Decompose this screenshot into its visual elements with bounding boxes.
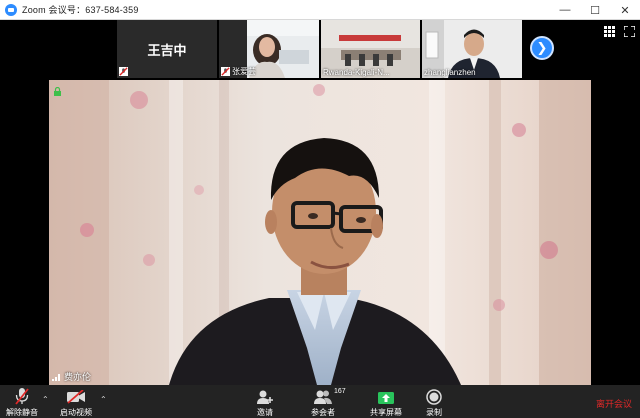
start-video-button[interactable]: 启动视频 — [58, 385, 94, 418]
speaker-name: 费亦伦 — [64, 372, 92, 382]
participant-tile[interactable]: 王吉中 — [117, 20, 217, 78]
title-bar: Zoom 会议号：637-584-359 — ☐ ✕ — [0, 0, 640, 20]
encryption-lock-icon — [54, 87, 61, 96]
invite-button[interactable]: 邀请 — [252, 385, 278, 418]
close-button[interactable]: ✕ — [610, 0, 640, 20]
share-screen-icon — [376, 388, 396, 405]
participant-label: 张爱芸 — [232, 67, 256, 76]
next-page-button[interactable]: ❯ — [530, 36, 554, 60]
participants-count: 167 — [334, 388, 346, 395]
meeting-toolbar: 解除静音 ⌃ 启动视频 ⌃ 邀请 参会者 167 共享屏幕 录制 离开会议 — [0, 385, 640, 418]
unmute-button[interactable]: 解除静音 — [4, 385, 40, 418]
speaker-name-label: 费亦伦 — [52, 370, 91, 383]
participant-strip: 王吉中 张爱芸 Rwanda-Kigali-N... zhanglianzhen… — [0, 20, 640, 80]
video-off-icon — [66, 388, 86, 405]
signal-strength-icon — [52, 373, 60, 381]
chevron-right-icon: ❯ — [536, 40, 548, 55]
zoom-app-icon — [5, 3, 17, 16]
mic-muted-icon — [221, 67, 230, 76]
record-icon — [424, 388, 444, 405]
maximize-button[interactable]: ☐ — [580, 0, 610, 20]
leave-meeting-button[interactable]: 离开会议 — [596, 397, 632, 410]
fullscreen-icon[interactable] — [624, 26, 635, 37]
video-options-caret[interactable]: ⌃ — [100, 395, 107, 404]
participant-tile[interactable]: Rwanda-Kigali-N... — [321, 20, 420, 78]
participants-button[interactable]: 参会者 — [309, 385, 337, 418]
mic-muted-icon — [12, 388, 32, 405]
add-user-icon — [255, 388, 275, 405]
record-button[interactable]: 录制 — [422, 385, 446, 418]
gallery-view-icon[interactable] — [604, 26, 615, 37]
active-speaker-video: 费亦伦 — [49, 80, 591, 385]
audio-options-caret[interactable]: ⌃ — [42, 395, 49, 404]
participant-name-placeholder: 王吉中 — [117, 20, 217, 78]
participant-tile[interactable]: zhanglianzhen — [422, 20, 522, 78]
minimize-button[interactable]: — — [550, 0, 580, 20]
speaker-video-frame — [49, 80, 591, 385]
share-screen-button[interactable]: 共享屏幕 — [370, 385, 402, 418]
mic-muted-icon — [119, 67, 128, 76]
participants-icon — [313, 388, 333, 405]
participant-label: Rwanda-Kigali-N... — [323, 68, 390, 77]
zoom-window: Zoom 会议号：637-584-359 — ☐ ✕ 王吉中 张爱芸 Rwand… — [0, 0, 640, 418]
participant-label: zhanglianzhen — [424, 68, 476, 77]
window-controls: — ☐ ✕ — [550, 0, 640, 20]
participant-tile[interactable]: 张爱芸 — [219, 20, 319, 78]
window-title: Zoom 会议号：637-584-359 — [22, 5, 139, 15]
